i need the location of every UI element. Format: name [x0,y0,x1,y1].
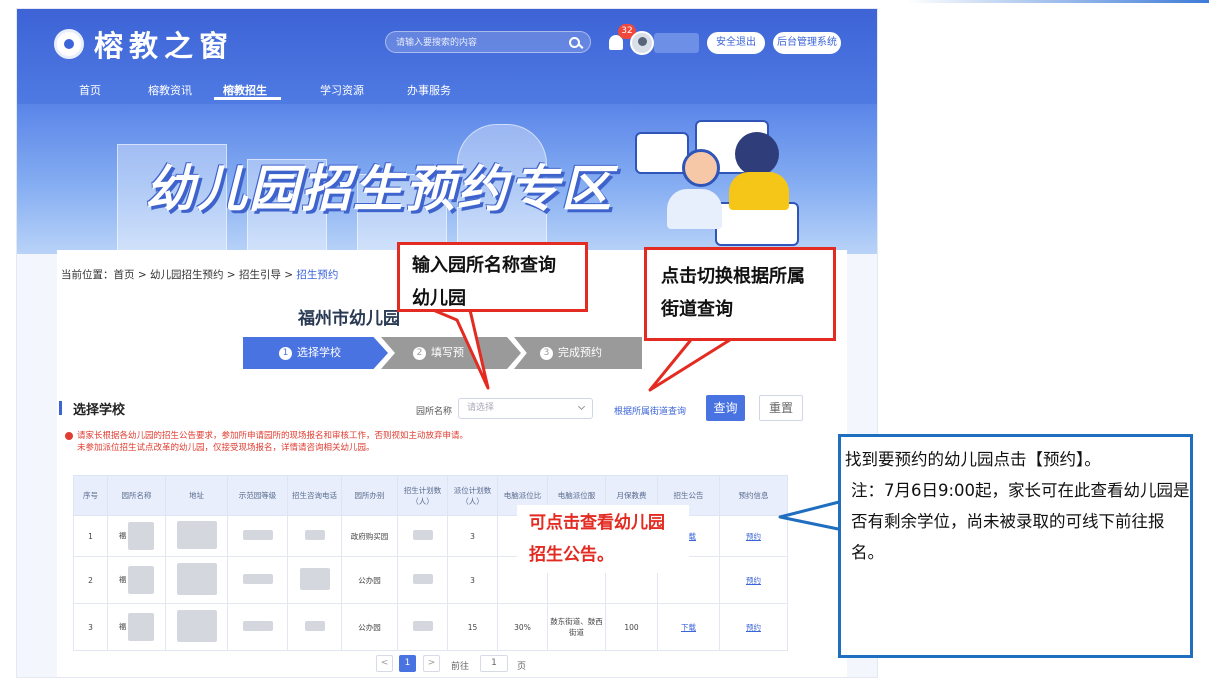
callout-notice-text: 可点击查看幼儿园招生公告。 [517,505,689,573]
callout-search-text: 输入园所名称查询幼儿园 [412,255,556,309]
callout-reserve-text: 找到要预约的幼儿园点击【预约】。 注：7月6日9:00起，家长可在此查看幼儿园是… [845,444,1190,568]
callout-reserve-line: 找到要预约的幼儿园点击【预约】。 [845,450,1101,469]
callout-pointer-search [431,308,490,390]
callout-search: 输入园所名称查询幼儿园 [397,242,588,312]
callout-street-text: 点击切换根据所属街道查询 [661,266,805,320]
callout-pointer-street [648,336,735,392]
callout-pointer-reserve [778,499,845,532]
callout-reserve-note: 注：7月6日9:00起，家长可在此查看幼儿园是否有剩余学位，尚未被录取的可线下前… [851,481,1190,562]
callout-street: 点击切换根据所属街道查询 [644,247,836,341]
screenshot-canvas: 榕教之窗 32 安全退出 后台管理系统 首页 榕教资讯 榕教招生 学习资源 办事… [0,0,1209,687]
